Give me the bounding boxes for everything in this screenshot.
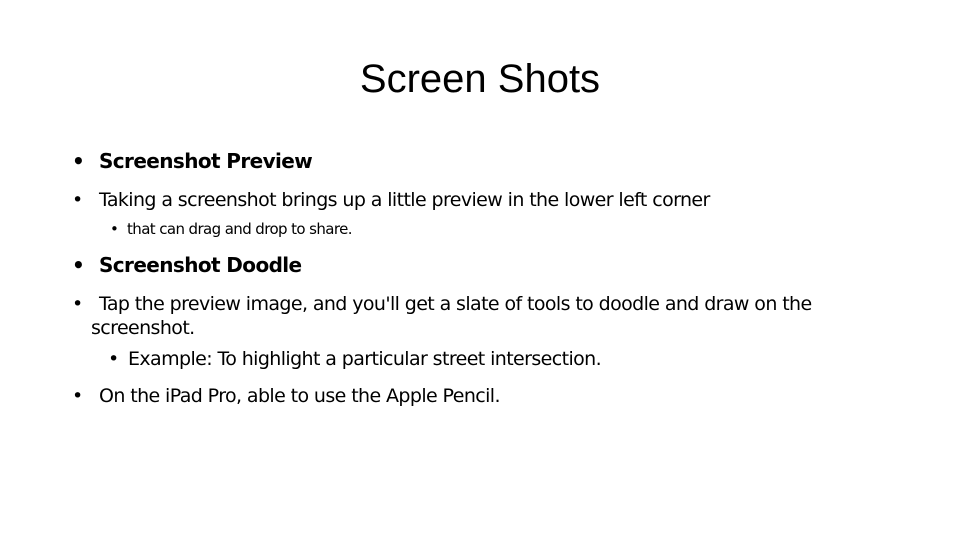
bullet-icon: • <box>110 220 119 238</box>
bullet-text: Taking a screenshot brings up a little p… <box>99 189 710 211</box>
bullet-text: that can drag and drop to share. <box>127 220 353 238</box>
bullet-text: Screenshot Preview <box>99 149 313 173</box>
bullet-icon: • <box>72 253 85 277</box>
slide-title: Screen Shots <box>359 57 601 101</box>
bullet-icon: • <box>108 348 119 370</box>
bullet-text: On the iPad Pro, able to use the Apple P… <box>99 385 501 407</box>
bullet-icon: • <box>72 189 83 211</box>
bullet-icon: • <box>72 149 85 173</box>
bullet-text: Tap the preview image, and you'll get a … <box>99 293 812 315</box>
bullet-text-continuation: screenshot. <box>91 317 195 339</box>
bullet-icon: • <box>72 293 83 315</box>
bullet-icon: • <box>72 385 83 407</box>
bullet-text: Screenshot Doodle <box>99 253 302 277</box>
bullet-text: Example: To highlight a particular stree… <box>128 348 602 370</box>
